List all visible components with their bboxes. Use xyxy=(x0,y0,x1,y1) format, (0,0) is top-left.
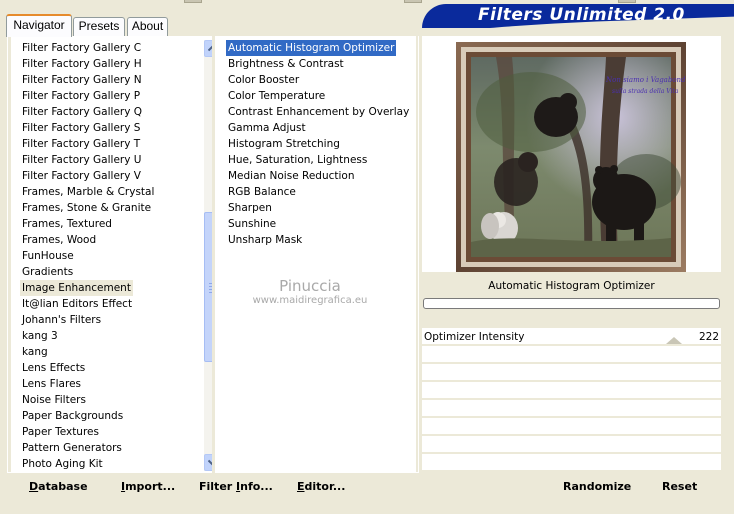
category-item[interactable]: Pattern Generators xyxy=(20,440,156,456)
filter-list-panel: Automatic Histogram Optimizer Brightness … xyxy=(215,36,416,473)
category-item[interactable]: Paper Textures xyxy=(20,424,156,440)
empty-parameter-row xyxy=(422,436,721,452)
slider-thumb-icon[interactable] xyxy=(666,337,682,344)
category-item[interactable]: Filter Factory Gallery U xyxy=(20,152,156,168)
category-item[interactable]: Filter Factory Gallery V xyxy=(20,168,156,184)
progress-bar xyxy=(423,298,720,309)
category-item[interactable]: Filter Factory Gallery N xyxy=(20,72,156,88)
button-label-part: ditor... xyxy=(304,480,346,493)
category-item[interactable]: Filter Factory Gallery C xyxy=(20,40,156,56)
top-handle xyxy=(184,0,202,3)
editor-button[interactable]: Editor... xyxy=(297,480,345,494)
tab-presets[interactable]: Presets xyxy=(73,17,125,36)
category-item[interactable]: Filter Factory Gallery S xyxy=(20,120,156,136)
parameter-value: 222 xyxy=(698,331,719,343)
parameter-label: Optimizer Intensity xyxy=(424,331,525,343)
category-item[interactable]: kang 3 xyxy=(20,328,156,344)
category-item[interactable]: kang xyxy=(20,344,156,360)
category-item[interactable]: Johann's Filters xyxy=(20,312,156,328)
tab-about[interactable]: About xyxy=(127,17,168,36)
category-item[interactable]: Frames, Textured xyxy=(20,216,156,232)
preview-caption: sulla strada della Vita xyxy=(612,88,679,95)
top-handle xyxy=(404,0,422,3)
bottom-left-toolbar: Database Import... Filter Info... Editor... xyxy=(11,475,416,499)
category-item[interactable]: Lens Flares xyxy=(20,376,156,392)
reset-button[interactable]: Reset xyxy=(662,480,697,494)
category-item[interactable]: Frames, Marble & Crystal xyxy=(20,184,156,200)
filter-item[interactable]: Gamma Adjust xyxy=(226,120,411,136)
filter-item[interactable]: Sharpen xyxy=(226,200,411,216)
filter-item[interactable]: Median Noise Reduction xyxy=(226,168,411,184)
filter-item[interactable]: Histogram Stretching xyxy=(226,136,411,152)
button-label-part: atabase xyxy=(38,480,88,493)
button-label-part: nfo... xyxy=(240,480,273,493)
filter-item[interactable]: Sunshine xyxy=(226,216,411,232)
category-item[interactable]: Filter Factory Gallery T xyxy=(20,136,156,152)
category-item[interactable]: It@lian Editors Effect xyxy=(20,296,156,312)
empty-parameter-row xyxy=(422,364,721,380)
category-item[interactable]: Filter Factory Gallery H xyxy=(20,56,156,72)
empty-parameter-row xyxy=(422,382,721,398)
filter-item[interactable]: RGB Balance xyxy=(226,184,411,200)
selected-filter-name: Automatic Histogram Optimizer xyxy=(488,280,655,292)
filter-item[interactable]: Automatic Histogram Optimizer xyxy=(226,40,397,56)
filter-item[interactable]: Contrast Enhancement by Overlay xyxy=(226,104,411,120)
button-label-part: Filter xyxy=(199,480,237,493)
category-item[interactable]: Photo Aging Kit xyxy=(20,456,156,472)
category-item[interactable]: Gradients xyxy=(20,264,156,280)
category-item[interactable]: Image Enhancement xyxy=(20,280,133,296)
parameter-slider-row[interactable]: Optimizer Intensity 222 xyxy=(422,328,721,344)
filter-item[interactable]: Color Booster xyxy=(226,72,411,88)
filter-item[interactable]: Unsharp Mask xyxy=(226,232,411,248)
category-item[interactable]: Paper Backgrounds xyxy=(20,408,156,424)
category-item[interactable]: Filter Factory Gallery P xyxy=(20,88,156,104)
database-button[interactable]: Database xyxy=(29,480,88,494)
category-item[interactable]: Filter Factory Gallery Q xyxy=(20,104,156,120)
category-list-panel: Filter Factory Gallery C Filter Factory G… xyxy=(11,36,221,473)
import-button[interactable]: Import... xyxy=(121,480,175,494)
empty-parameter-row xyxy=(422,454,721,470)
button-label-part: mport... xyxy=(125,480,176,493)
category-item[interactable]: Frames, Stone & Granite xyxy=(20,200,156,216)
filter-item[interactable]: Brightness & Contrast xyxy=(226,56,411,72)
empty-parameter-row xyxy=(422,400,721,416)
category-list: Filter Factory Gallery C Filter Factory G… xyxy=(20,40,156,472)
preview-caption: Non siamo i Vagabondi xyxy=(605,76,686,84)
empty-parameter-row xyxy=(422,346,721,362)
tab-navigator[interactable]: Navigator xyxy=(6,14,72,37)
top-handle xyxy=(618,0,636,3)
empty-parameter-row xyxy=(422,418,721,434)
filter-item[interactable]: Hue, Saturation, Lightness xyxy=(226,152,411,168)
category-item[interactable]: Noise Filters xyxy=(20,392,156,408)
filter-info-button[interactable]: Filter Info... xyxy=(199,480,273,494)
category-item[interactable]: Frames, Wood xyxy=(20,232,156,248)
button-accelerator-key: D xyxy=(29,480,39,493)
parameter-controls: Optimizer Intensity 222 xyxy=(422,328,721,470)
app-title: Filters Unlimited 2.0 xyxy=(478,5,685,25)
randomize-button[interactable]: Randomize xyxy=(563,480,631,494)
category-item[interactable]: FunHouse xyxy=(20,248,156,264)
category-item[interactable]: Lens Effects xyxy=(20,360,156,376)
filter-item[interactable]: Color Temperature xyxy=(226,88,411,104)
filter-list: Automatic Histogram Optimizer Brightness … xyxy=(226,40,411,248)
preview-image[interactable]: Non siamo i Vagabondi sulla strada della… xyxy=(456,42,686,272)
app-banner: Filters Unlimited 2.0 xyxy=(422,4,734,28)
button-accelerator-key: E xyxy=(297,480,305,493)
bottom-right-toolbar: Randomize Reset xyxy=(422,475,721,499)
